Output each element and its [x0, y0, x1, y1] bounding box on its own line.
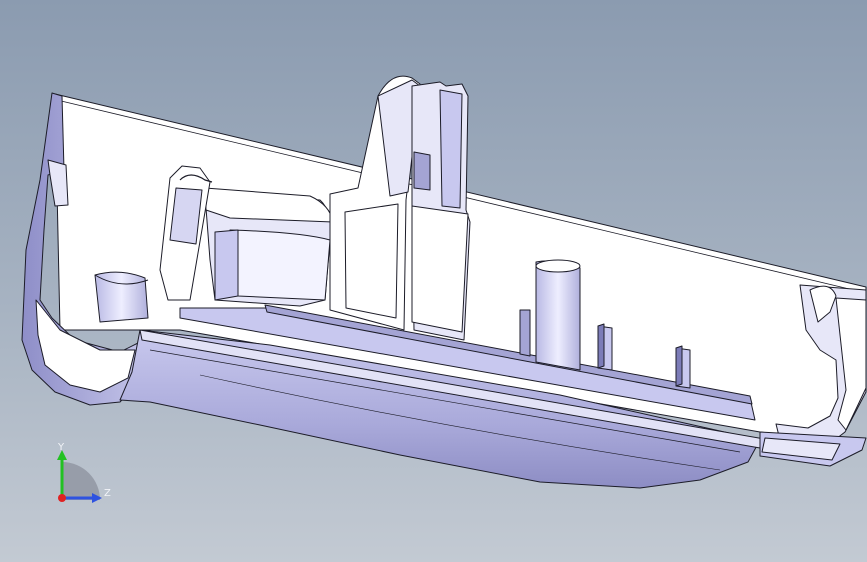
connector-front — [229, 229, 331, 301]
x-axis-icon — [58, 494, 66, 502]
twin-tower-step — [411, 205, 469, 333]
cad-model[interactable] — [0, 0, 867, 562]
z-axis-label: Z — [104, 488, 111, 499]
pin-2-side — [675, 345, 683, 387]
central-post-channel — [344, 203, 399, 319]
graphics-viewport[interactable]: Y Z — [0, 0, 867, 562]
y-axis-label: Y — [57, 442, 65, 453]
left-notch — [47, 159, 69, 207]
round-boss-tab — [519, 309, 531, 357]
round-boss — [535, 260, 581, 371]
twin-tower-slot — [413, 151, 431, 191]
pin-1-side — [597, 323, 605, 369]
connector-shadow — [214, 229, 239, 301]
latch-tab — [169, 187, 203, 245]
axis-triad: Y Z — [52, 440, 112, 510]
twin-tower-face — [439, 89, 463, 209]
round-boss-top — [535, 259, 581, 273]
